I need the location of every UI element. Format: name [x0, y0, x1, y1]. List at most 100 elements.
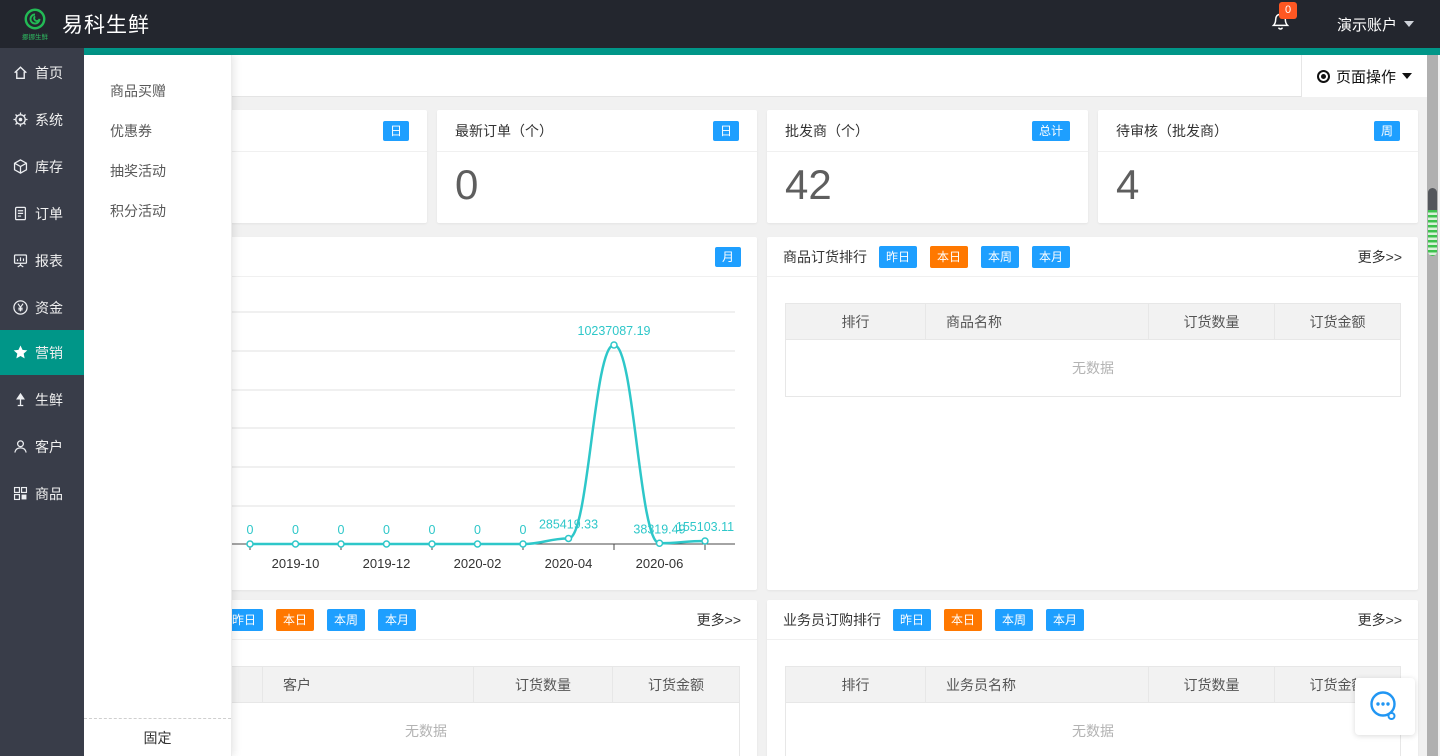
- svg-text:285419.33: 285419.33: [539, 517, 598, 531]
- svg-text:2020-04: 2020-04: [545, 556, 593, 571]
- table-header-cell: 排行: [786, 304, 926, 340]
- star-icon: [12, 344, 29, 361]
- notifications-button[interactable]: 0: [1270, 11, 1291, 38]
- rank-title: 业务员订购排行: [783, 610, 881, 630]
- sidebar-item-customers[interactable]: 客户: [0, 424, 84, 469]
- scrollbar-thumb[interactable]: [1428, 188, 1437, 256]
- tab-week[interactable]: 本周: [995, 609, 1033, 631]
- chevron-down-icon: [1404, 21, 1414, 27]
- sidebar-item-system[interactable]: 系统: [0, 97, 84, 142]
- stat-card-wholesalers: 批发商（个） 总计 42: [767, 110, 1088, 223]
- submenu-item-points[interactable]: 积分活动: [84, 191, 231, 231]
- gear-icon: [12, 111, 29, 128]
- product-rank-table: 排行商品名称订货数量订货金额 无数据: [785, 303, 1401, 397]
- marketing-submenu: 商品买赠优惠券抽奖活动积分活动 固定: [84, 55, 232, 756]
- stat-card-pending-review: 待审核（批发商） 周 4: [1098, 110, 1418, 223]
- chevron-down-icon: [1402, 73, 1412, 79]
- tab-month[interactable]: 本月: [378, 609, 416, 631]
- board-icon: [12, 252, 29, 269]
- sidebar-item-goods[interactable]: 商品: [0, 471, 84, 516]
- tab-today[interactable]: 本日: [944, 609, 982, 631]
- scrollbar-track[interactable]: [1427, 55, 1438, 756]
- tab-month[interactable]: 本月: [1032, 246, 1070, 268]
- stat-value: 0: [437, 161, 757, 209]
- page-actions-button[interactable]: 页面操作: [1301, 55, 1427, 97]
- tab-yesterday[interactable]: 昨日: [893, 609, 931, 631]
- table-header-cell: 订货数量: [1149, 667, 1275, 703]
- sidebar-item-marketing[interactable]: 营销: [0, 330, 84, 375]
- salesman-rank-card: 业务员订购排行 昨日本日本周本月 更多>> 排行业务员名称订货数量订货金额 无数…: [767, 600, 1418, 756]
- sidebar-item-reports[interactable]: 报表: [0, 238, 84, 283]
- sidebar: 首页系统库存订单报表资金营销生鲜客户商品: [0, 48, 84, 756]
- sidebar-item-orders[interactable]: 订单: [0, 191, 84, 236]
- submenu-item-lottery[interactable]: 抽奖活动: [84, 151, 231, 191]
- sidebar-item-label: 报表: [35, 251, 63, 271]
- sidebar-item-label: 客户: [35, 437, 63, 457]
- account-menu[interactable]: 演示账户: [1337, 14, 1414, 35]
- chart-period-badge: 月: [715, 247, 741, 267]
- tab-today[interactable]: 本日: [930, 246, 968, 268]
- stat-title: 批发商（个）: [785, 121, 869, 141]
- svg-text:0: 0: [247, 523, 254, 537]
- more-link[interactable]: 更多>>: [1358, 610, 1402, 630]
- grid-icon: [12, 485, 29, 502]
- table-header-cell: 订货金额: [613, 667, 740, 703]
- submenu-item-coupon[interactable]: 优惠券: [84, 111, 231, 151]
- rank-tabs: 昨日本日本周本月: [225, 609, 416, 631]
- tab-yesterday[interactable]: 昨日: [879, 246, 917, 268]
- svg-text:2019-12: 2019-12: [363, 556, 411, 571]
- tab-week[interactable]: 本周: [981, 246, 1019, 268]
- table-header-cell: 业务员名称: [926, 667, 1149, 703]
- sidebar-item-label: 营销: [35, 343, 63, 363]
- rank-tabs: 昨日本日本周本月: [893, 609, 1084, 631]
- logo: 挪挪生鲜: [12, 8, 58, 41]
- sidebar-item-fresh[interactable]: 生鲜: [0, 377, 84, 422]
- svg-text:0: 0: [474, 523, 481, 537]
- rank-tabs: 昨日本日本周本月: [879, 246, 1070, 268]
- file-icon: [12, 205, 29, 222]
- page-actions-label: 页面操作: [1336, 66, 1396, 87]
- sidebar-item-label: 生鲜: [35, 390, 63, 410]
- stat-value: 42: [767, 161, 1088, 209]
- yen-icon: [12, 299, 29, 316]
- tab-month[interactable]: 本月: [1046, 609, 1084, 631]
- stat-value: 4: [1098, 161, 1418, 209]
- sidebar-item-label: 资金: [35, 298, 63, 318]
- svg-text:2020-06: 2020-06: [636, 556, 684, 571]
- logo-subtext: 挪挪生鲜: [22, 31, 48, 41]
- rank-title: 商品订货排行: [783, 247, 867, 267]
- sidebar-item-label: 商品: [35, 484, 63, 504]
- tree-icon: [12, 391, 29, 408]
- table-header-cell: 订货数量: [1149, 304, 1275, 340]
- account-name: 演示账户: [1337, 14, 1397, 35]
- logo-icon: [24, 8, 46, 30]
- svg-text:0: 0: [383, 523, 390, 537]
- more-link[interactable]: 更多>>: [1358, 247, 1402, 267]
- period-badge: 总计: [1032, 121, 1070, 141]
- tab-today[interactable]: 本日: [276, 609, 314, 631]
- more-link[interactable]: 更多>>: [697, 610, 741, 630]
- app-title: 易科生鲜: [62, 9, 150, 39]
- pin-button[interactable]: 固定: [84, 718, 231, 756]
- salesman-rank-table: 排行业务员名称订货数量订货金额 无数据: [785, 666, 1401, 756]
- user-icon: [12, 438, 29, 455]
- submenu-item-product-gift[interactable]: 商品买赠: [84, 71, 231, 111]
- table-header-cell: 客户: [263, 667, 474, 703]
- cube-icon: [12, 158, 29, 175]
- empty-row: 无数据: [786, 340, 1401, 397]
- sidebar-item-home[interactable]: 首页: [0, 50, 84, 95]
- sidebar-item-inventory[interactable]: 库存: [0, 144, 84, 189]
- svg-text:2019-10: 2019-10: [272, 556, 320, 571]
- table-header-cell: 商品名称: [926, 304, 1149, 340]
- tab-week[interactable]: 本周: [327, 609, 365, 631]
- sidebar-item-label: 首页: [35, 63, 63, 83]
- period-badge: 周: [1374, 121, 1400, 141]
- sidebar-item-funds[interactable]: 资金: [0, 285, 84, 330]
- chat-widget-button[interactable]: [1355, 678, 1415, 735]
- svg-text:0: 0: [292, 523, 299, 537]
- sidebar-item-label: 库存: [35, 157, 63, 177]
- tab-bar: 页面操作: [84, 55, 1427, 97]
- period-badge: 日: [713, 121, 739, 141]
- accent-strip: [84, 48, 1440, 55]
- sidebar-item-label: 订单: [35, 204, 63, 224]
